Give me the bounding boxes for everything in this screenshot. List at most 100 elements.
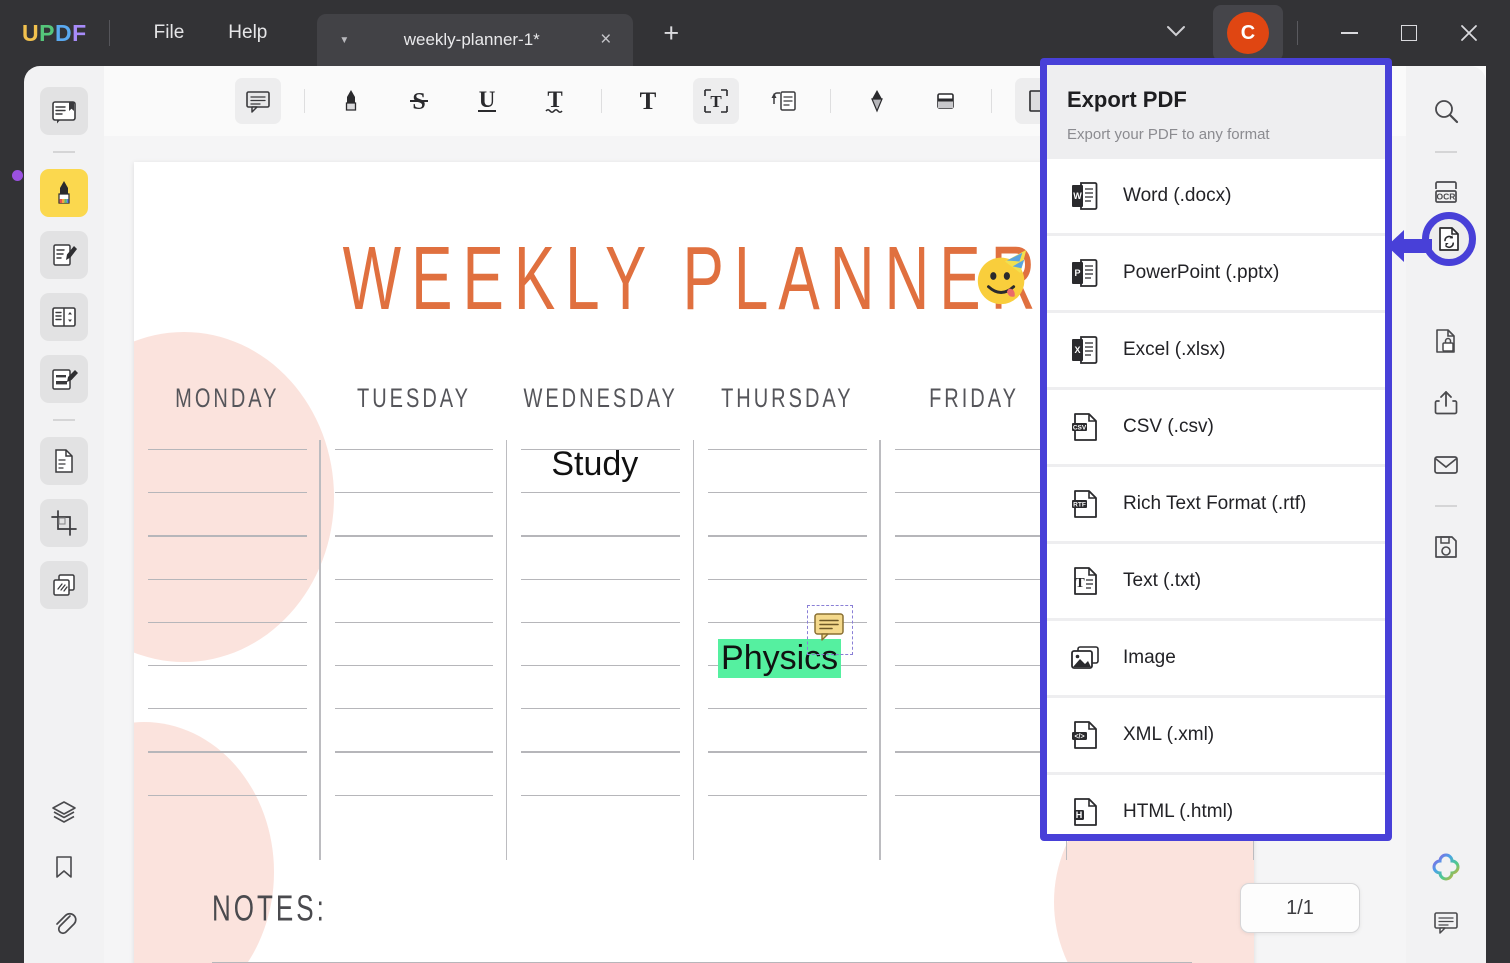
- day-column-wednesday: WEDNESDAY Study: [507, 384, 695, 860]
- sidebar-reader-icon: [52, 101, 76, 124]
- export-format-label: PowerPoint (.pptx): [1123, 262, 1280, 283]
- image-file-icon: [1071, 646, 1099, 669]
- sidebar-item-annotate[interactable]: [40, 169, 88, 217]
- highlight-button[interactable]: [328, 78, 374, 124]
- left-sidebar-bottom-group: [40, 781, 88, 963]
- comment-panel-icon: [1434, 912, 1458, 934]
- logo-letter-u: U: [22, 19, 40, 46]
- sidebar-item-bookmark[interactable]: [40, 843, 88, 891]
- sidebar-item-search[interactable]: [1422, 87, 1470, 135]
- eraser-button[interactable]: [922, 78, 968, 124]
- word-file-icon: W: [1072, 182, 1098, 210]
- logo-letter-f: F: [72, 19, 87, 46]
- sidebar-item-comments[interactable]: [1422, 898, 1470, 946]
- underline-button[interactable]: U: [464, 78, 510, 124]
- sidebar-item-organize-pages[interactable]: [40, 293, 88, 341]
- xml-file-icon: </>: [1072, 721, 1097, 749]
- squiggly-underline-button[interactable]: T: [532, 78, 578, 124]
- export-format-word[interactable]: W Word (.docx): [1047, 159, 1385, 233]
- menu-file[interactable]: File: [132, 16, 207, 50]
- export-format-powerpoint[interactable]: P PowerPoint (.pptx): [1047, 236, 1385, 310]
- svg-text:RTF: RTF: [1073, 502, 1086, 509]
- svg-text:T: T: [1075, 576, 1085, 591]
- sidebar-item-attachment[interactable]: [40, 898, 88, 946]
- pencil-button[interactable]: [854, 78, 900, 124]
- sidebar-item-batch[interactable]: [40, 561, 88, 609]
- html-file-icon: H: [1074, 798, 1097, 826]
- window-controls-divider: [1297, 21, 1298, 45]
- titlebar-right-group: C: [1147, 5, 1510, 61]
- day-label: TUESDAY: [357, 384, 471, 414]
- right-sidebar-divider-1: [1435, 151, 1457, 153]
- sidebar-item-email[interactable]: [1422, 441, 1470, 489]
- toolbar-divider-3: [830, 89, 831, 113]
- logo-letter-p: P: [39, 19, 55, 46]
- sticky-note-icon: [814, 613, 844, 641]
- sidebar-crop-icon: [51, 510, 77, 536]
- minimize-button[interactable]: [1326, 10, 1372, 56]
- sidebar-item-reader[interactable]: [40, 87, 88, 135]
- panel-toggle-dot[interactable]: [12, 170, 23, 181]
- layers-icon: [52, 801, 76, 823]
- sidebar-item-layers[interactable]: [40, 788, 88, 836]
- export-format-html[interactable]: H HTML (.html): [1047, 775, 1385, 834]
- sidebar-item-crop[interactable]: [40, 499, 88, 547]
- export-format-excel[interactable]: X Excel (.xlsx): [1047, 313, 1385, 387]
- close-button[interactable]: [1446, 10, 1492, 56]
- sidebar-item-fill-sign[interactable]: [40, 355, 88, 403]
- eraser-icon: [937, 93, 954, 109]
- strikethrough-icon: S: [410, 89, 428, 115]
- toolbar-divider-4: [991, 89, 992, 113]
- day-column-monday: MONDAY: [134, 384, 321, 860]
- export-pdf-panel: Export PDF Export your PDF to any format…: [1040, 58, 1392, 841]
- squiggly-icon: T: [545, 87, 563, 113]
- chevron-down-icon[interactable]: [1147, 16, 1205, 50]
- svg-text:P: P: [1074, 268, 1080, 278]
- tab-caret-icon[interactable]: ▼: [339, 35, 349, 46]
- sidebar-item-ocr[interactable]: OCR: [1422, 169, 1470, 217]
- export-format-rtf[interactable]: RTF Rich Text Format (.rtf): [1047, 467, 1385, 541]
- sidebar-item-share[interactable]: [1422, 379, 1470, 427]
- export-format-xml[interactable]: </> XML (.xml): [1047, 698, 1385, 772]
- tab-close-icon[interactable]: ×: [600, 29, 611, 51]
- svg-text:H: H: [1076, 810, 1083, 820]
- sticky-note-button[interactable]: [235, 78, 281, 124]
- export-panel-inner: Export PDF Export your PDF to any format…: [1047, 65, 1385, 834]
- text-tool-button[interactable]: T: [625, 78, 671, 124]
- sidebar-item-save-as[interactable]: [1422, 523, 1470, 571]
- menu-help[interactable]: Help: [206, 16, 289, 50]
- export-format-text[interactable]: T Text (.txt): [1047, 544, 1385, 618]
- text-field-button[interactable]: T: [693, 78, 739, 124]
- sidebar-item-updf-ai[interactable]: [1422, 843, 1470, 891]
- sidebar-convert-icon: [55, 449, 73, 473]
- new-tab-button[interactable]: +: [663, 18, 679, 49]
- maximize-button[interactable]: [1386, 10, 1432, 56]
- save-as-icon: [1435, 536, 1457, 558]
- day-label: MONDAY: [175, 384, 280, 414]
- sidebar-item-convert[interactable]: [40, 437, 88, 485]
- user-account-button[interactable]: C: [1213, 5, 1283, 61]
- export-format-label: HTML (.html): [1123, 801, 1234, 822]
- strikethrough-button[interactable]: S: [396, 78, 442, 124]
- export-format-csv[interactable]: CSV CSV (.csv): [1047, 390, 1385, 464]
- document-tab[interactable]: ▼ weekly-planner-1* ×: [317, 14, 634, 66]
- txt-file-icon: T: [1074, 567, 1097, 595]
- svg-text:</>: </>: [1074, 734, 1084, 741]
- writing-lines: [134, 449, 321, 796]
- export-format-image[interactable]: Image: [1047, 621, 1385, 695]
- text-box-icon: T: [640, 88, 657, 115]
- export-format-label: Image: [1123, 647, 1176, 668]
- sidebar-item-protect[interactable]: [1422, 317, 1470, 365]
- annotation-study-text[interactable]: Study: [551, 445, 638, 484]
- export-format-label: Rich Text Format (.rtf): [1123, 493, 1307, 514]
- text-callout-button[interactable]: [761, 78, 807, 124]
- pointer-arrow-icon: [1387, 230, 1432, 262]
- highlight-icon: [345, 90, 357, 111]
- sidebar-divider-1: [53, 151, 75, 153]
- sidebar-item-edit-pdf[interactable]: [40, 231, 88, 279]
- page-indicator[interactable]: 1/1: [1240, 883, 1360, 933]
- notes-label: NOTES:: [212, 887, 327, 929]
- svg-text:T: T: [640, 88, 657, 115]
- left-sidebar: [24, 66, 104, 963]
- annotation-sticky-note[interactable]: [807, 605, 853, 655]
